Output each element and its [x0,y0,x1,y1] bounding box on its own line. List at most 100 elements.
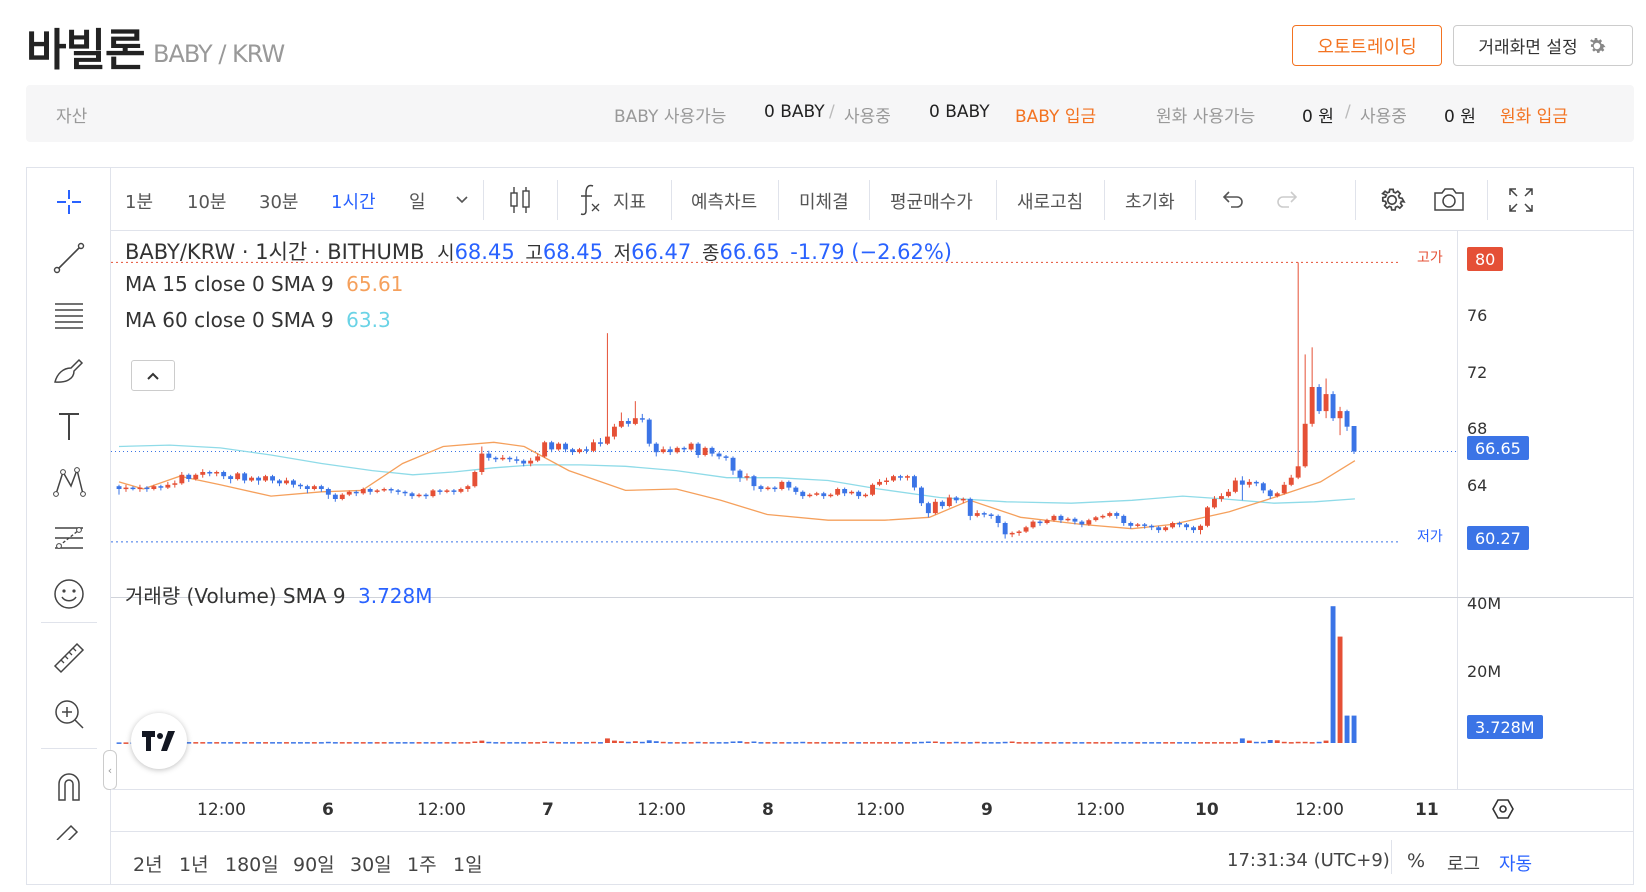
volume-bar [1058,742,1064,744]
crosshair-icon[interactable] [51,184,87,220]
refresh-button[interactable]: 새로고침 [1017,188,1083,214]
volume-bar [409,742,415,744]
range-1w[interactable]: 1주 [407,850,437,877]
volume-bar [214,742,220,744]
candle-body [737,470,743,478]
volume-bar [423,742,429,744]
volume-legend[interactable]: 거래량 (Volume) SMA 9 3.728M [125,580,433,609]
volume-bar [1191,742,1196,744]
volume-bar [605,738,610,743]
emoji-icon[interactable] [51,576,87,612]
fib-retracement-icon[interactable] [51,296,87,332]
forecast-chart-button[interactable]: 예측차트 [691,188,757,214]
chevron-up-icon [147,372,159,380]
clock[interactable]: 17:31:34 (UTC+9) [1227,850,1390,871]
range-180d[interactable]: 180일 [225,850,279,877]
percent-toggle[interactable]: % [1407,850,1425,872]
candle-body [360,489,366,494]
range-1d[interactable]: 1일 [453,850,483,877]
volume-bar [932,741,938,743]
volume-bar [695,741,701,744]
log-toggle[interactable]: 로그 [1447,850,1480,876]
auto-trading-button[interactable]: 오토트레이딩 [1292,25,1442,66]
undo-icon[interactable] [1219,188,1245,210]
reset-button[interactable]: 초기화 [1125,188,1175,214]
trend-line-icon[interactable] [51,240,87,276]
indicators-button[interactable]: 지표 [613,188,646,214]
zoom-in-icon[interactable] [51,696,87,732]
interval-1h[interactable]: 1시간 [331,188,376,214]
lock-drawings-icon[interactable] [51,820,87,840]
prediction-icon[interactable] [51,520,87,556]
volume-bar [318,742,324,744]
interval-day[interactable]: 일 [409,188,426,214]
candles-icon[interactable] [507,184,533,216]
candle-body [709,447,715,454]
range-90d[interactable]: 90일 [293,850,335,877]
pattern-icon[interactable] [51,464,87,500]
volume-bar [1100,742,1106,744]
redo-icon[interactable] [1275,188,1301,210]
candle-body [1023,527,1029,532]
camera-icon[interactable] [1431,184,1467,214]
unfilled-orders-button[interactable]: 미체결 [799,188,849,214]
volume-bar [667,742,673,744]
gear-icon [1589,37,1606,53]
volume-bar [653,741,659,743]
toolbar-divider [1355,180,1356,220]
legend-collapse-button[interactable] [131,360,175,391]
chevron-down-icon[interactable] [455,192,469,206]
ruler-icon[interactable] [51,640,87,676]
candle-body [179,474,185,484]
price-tick: 64 [1467,476,1488,495]
coin-deposit-link[interactable]: BABY 입금 [1015,102,1096,127]
volume-bar [974,741,980,744]
auto-scale-toggle[interactable]: 자동 [1499,850,1532,876]
ma60-legend[interactable]: MA 60 close 0 SMA 9 63.3 [125,308,391,332]
chart-settings-hex-icon[interactable] [1491,797,1515,821]
volume-bar [577,742,582,744]
volume-bar [1212,742,1217,744]
volume-bar [186,742,192,744]
candle-body [556,443,561,450]
interval-10m[interactable]: 10분 [187,188,226,214]
brush-icon[interactable] [51,352,87,388]
ohlc-low: 66.47 [631,240,692,264]
candle-body [500,457,506,460]
candle-body [674,447,680,453]
volume-bar [1309,742,1315,744]
candle-body [1253,481,1259,484]
volume-bar [1170,742,1175,744]
candle-body [451,490,457,492]
coin-in-use-label: 사용중 [844,107,891,127]
range-1y[interactable]: 1년 [179,850,209,877]
tradingview-logo[interactable] [131,713,187,769]
candle-body [1072,518,1078,522]
ma60-line [118,444,1355,504]
candle-body [716,453,722,457]
ma15-legend[interactable]: MA 15 close 0 SMA 9 65.61 [125,272,403,296]
volume-bar [598,742,603,744]
volume-bar [618,741,624,743]
range-2y[interactable]: 2년 [133,850,163,877]
fullscreen-icon[interactable] [1507,186,1535,214]
candle-body [1295,466,1301,478]
screen-settings-button[interactable]: 거래화면 설정 [1453,25,1633,66]
volume-bar [1330,606,1336,743]
magnet-icon[interactable] [51,768,87,804]
function-icon[interactable] [577,182,603,216]
text-icon[interactable] [51,408,87,444]
range-30d[interactable]: 30일 [350,850,392,877]
candle-body [1177,523,1182,525]
volume-bar [660,741,666,744]
ma60-label: MA 60 close 0 SMA 9 [125,308,334,332]
settings-gear-icon[interactable] [1375,183,1409,217]
candle-body [1267,490,1273,497]
volume-bar [116,742,122,744]
interval-30m[interactable]: 30분 [259,188,298,214]
interval-1m[interactable]: 1분 [125,188,153,214]
toolbar-divider [1195,180,1196,220]
avg-buy-price-button[interactable]: 평균매수가 [890,188,973,214]
krw-deposit-link[interactable]: 원화 입금 [1500,102,1568,127]
volume-bar [284,742,289,744]
